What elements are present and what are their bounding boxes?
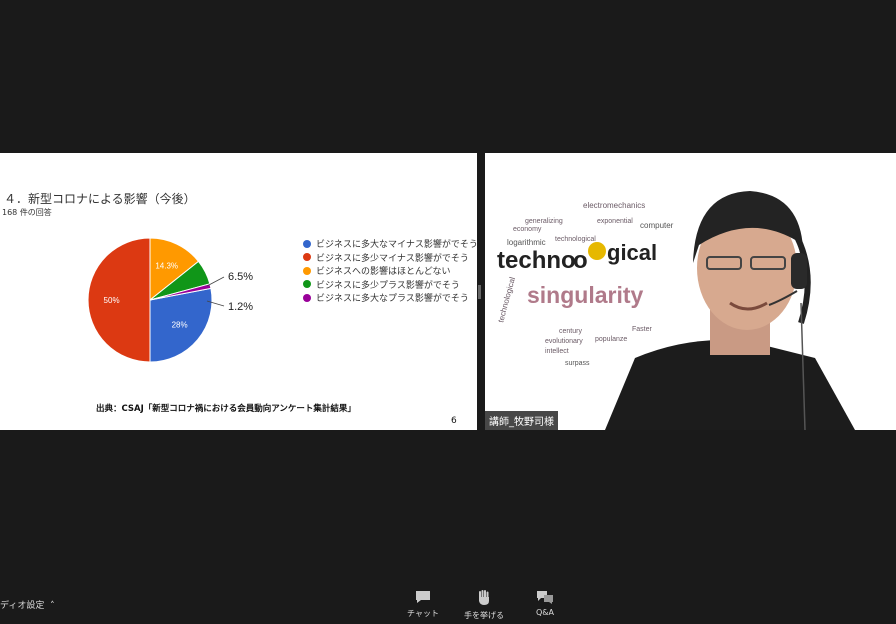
speaker-video: techno o gical singularity generalizing … [485,153,896,430]
slice-label: 28% [172,321,188,330]
legend-swatch [303,280,311,289]
slice-label: 14.3% [155,261,178,270]
source-note: 出典：CSAJ「新型コロナ禍における会員動向アンケート集計結果」 [96,404,356,414]
chat-label: チャット [407,609,439,618]
svg-text:evolutionary: evolutionary [545,338,583,345]
legend-label: ビジネスに多少プラス影響がでそう [316,280,460,291]
svg-text:logarithmic: logarithmic [507,238,546,247]
raise-hand-button[interactable]: 手を挙げる [454,590,514,621]
legend-swatch [303,253,311,262]
legend-label: ビジネスに多大なマイナス影響がでそう [316,240,477,251]
qa-icon [537,591,553,604]
chat-button[interactable]: チャット [393,590,453,619]
raise-hand-icon [479,590,489,605]
split-divider-handle[interactable] [478,285,481,299]
legend-label: ビジネスに多少マイナス影響がでそう [316,253,469,264]
svg-text:o: o [573,247,588,274]
slice-label: 50% [104,296,120,305]
speaker-video-frame: techno o gical singularity generalizing … [496,191,855,430]
svg-text:economy: economy [513,226,542,233]
svg-text:exponential: exponential [597,218,633,225]
page-number: 6 [451,416,457,426]
legend-item: ビジネスへの影響はほとんどない [303,264,477,278]
svg-text:technological: technological [496,276,517,324]
svg-text:Faster: Faster [632,326,653,333]
participant-name: 講師_牧野司様 [485,411,558,430]
slice-label: 6.5% [228,271,253,283]
svg-text:singularity: singularity [527,282,644,308]
svg-text:generalizing: generalizing [525,218,563,225]
svg-text:populanze: populanze [595,336,627,343]
shared-screen: ４．新型コロナによる影響（今後） 168 件の回答 28% 50% 14.3% 6.5… [0,153,477,430]
svg-text:century: century [559,328,582,335]
raise-hand-label: 手を挙げる [464,611,504,620]
svg-text:intellect: intellect [545,348,569,355]
chart-legend: ビジネスに多大なマイナス影響がでそう ビジネスに多少マイナス影響がでそう ビジネスへ… [303,237,477,305]
qa-label: Q&A [535,608,554,617]
legend-swatch [303,239,311,248]
slice-label: 1.2% [228,301,253,313]
svg-text:gical: gical [607,240,657,265]
svg-text:surpass: surpass [565,360,590,367]
legend-swatch [303,266,311,275]
svg-text:techno: techno [497,247,576,274]
legend-item: ビジネスに多大なプラス影響がでそう [303,291,477,305]
legend-item: ビジネスに多大なマイナス影響がでそう [303,237,477,251]
legend-item: ビジネスに多少マイナス影響がでそう [303,251,477,265]
legend-item: ビジネスに多少プラス影響がでそう [303,278,477,292]
legend-swatch [303,293,311,302]
legend-label: ビジネスに多大なプラス影響がでそう [316,294,469,305]
audio-settings-label: ディオ設定 [0,601,45,611]
svg-text:electromechanics: electromechanics [583,201,645,210]
qa-button[interactable]: Q&A [515,590,575,617]
svg-text:computer: computer [640,221,674,230]
legend-label: ビジネスへの影響はほとんどない [316,267,451,278]
chevron-up-icon: ˄ [47,601,55,611]
audio-settings-button[interactable]: ディオ設定 ˄ [0,598,55,611]
svg-text:technological: technological [555,236,596,243]
chat-icon [416,591,430,603]
